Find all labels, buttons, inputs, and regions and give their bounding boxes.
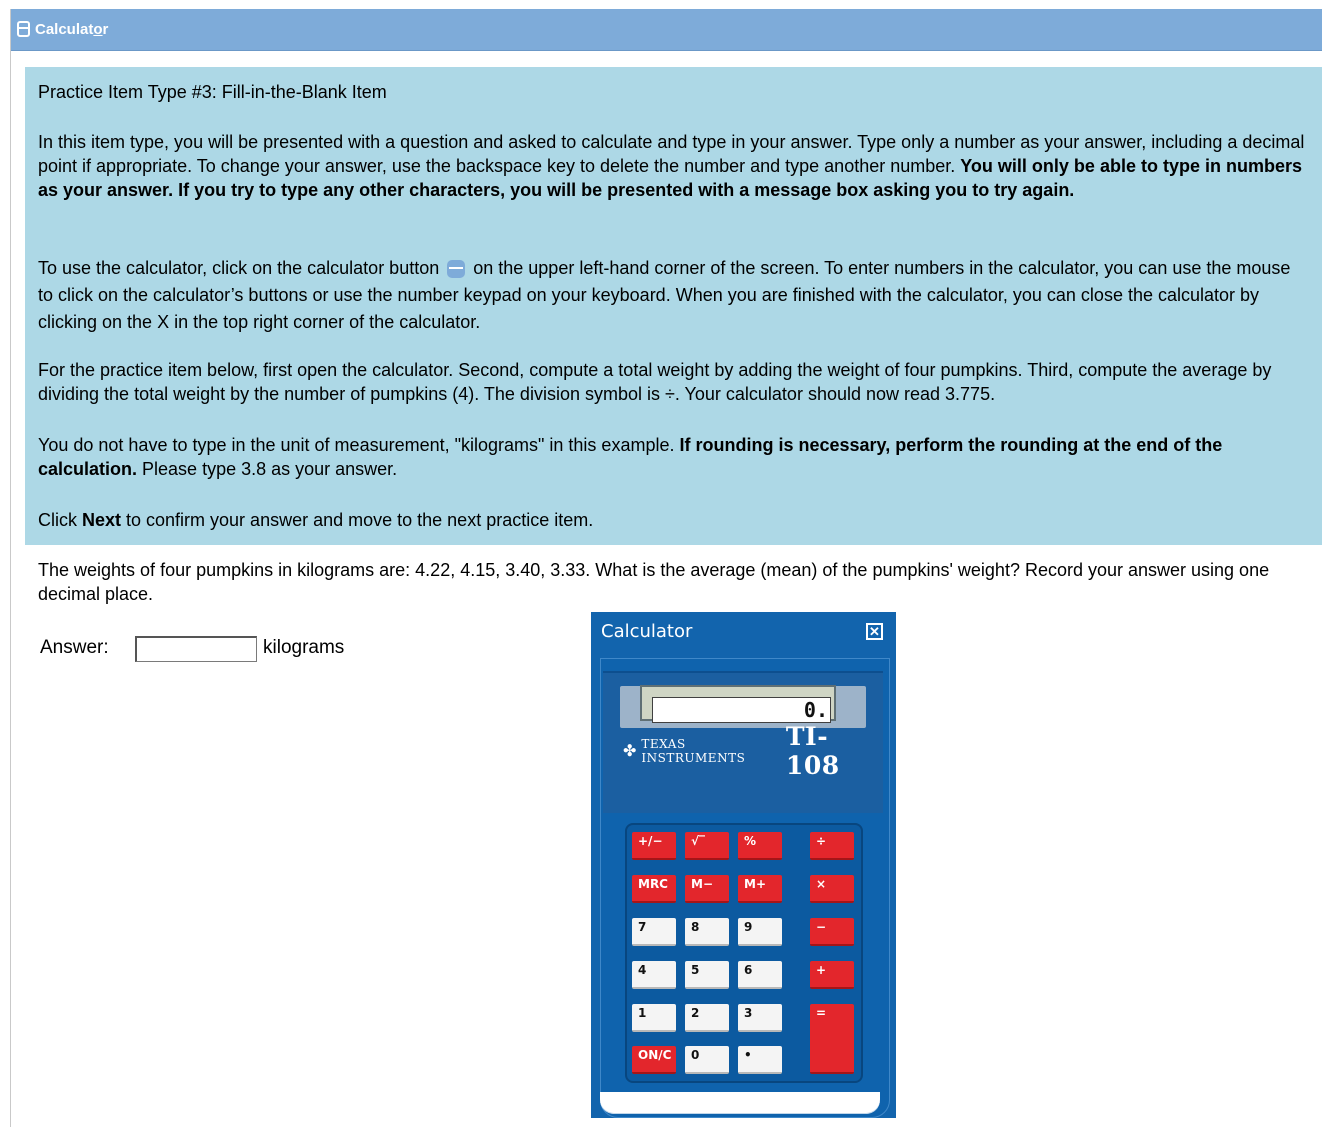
- unit-label: kilograms: [263, 637, 345, 658]
- key-plus[interactable]: +: [810, 961, 854, 989]
- key-minus[interactable]: −: [810, 918, 854, 946]
- instructions-panel: Practice Item Type #3: Fill-in-the-Blank…: [25, 67, 1322, 545]
- instructions-paragraph-4: You do not have to type in the unit of m…: [38, 435, 1223, 479]
- ti-logo-icon: ✤: [623, 743, 637, 760]
- instructions-paragraph-2: To use the calculator, click on the calc…: [38, 258, 1291, 332]
- key-percent[interactable]: %: [738, 832, 782, 860]
- calculator-icon: [17, 21, 30, 37]
- key-multiply[interactable]: ×: [810, 875, 854, 903]
- key-6[interactable]: 6: [738, 961, 782, 989]
- key-mrc[interactable]: MRC: [632, 875, 676, 903]
- answer-label: Answer:: [40, 637, 109, 658]
- key-on-clear[interactable]: ON/C: [632, 1046, 676, 1074]
- calculator-base: [600, 1092, 880, 1114]
- key-7[interactable]: 7: [632, 918, 676, 946]
- key-4[interactable]: 4: [632, 961, 676, 989]
- brand-bar: ✤ TEXAS INSTRUMENTS TI-108: [623, 722, 873, 780]
- key-1[interactable]: 1: [632, 1004, 676, 1032]
- key-5[interactable]: 5: [685, 961, 729, 989]
- calculator-title: Calculator: [601, 621, 693, 642]
- key-m-minus[interactable]: M−: [685, 875, 729, 903]
- instructions-paragraph-5: Click Next to confirm your answer and mo…: [38, 510, 594, 530]
- toolbar: Calculator: [11, 9, 1322, 51]
- instructions-paragraph-1: In this item type, you will be presented…: [38, 132, 1305, 200]
- key-0[interactable]: 0: [685, 1046, 729, 1074]
- close-icon[interactable]: ✕: [866, 623, 883, 640]
- key-2[interactable]: 2: [685, 1004, 729, 1032]
- calculator-icon: [447, 260, 466, 278]
- key-3[interactable]: 3: [738, 1004, 782, 1032]
- top-strip: [0, 0, 1322, 9]
- answer-input[interactable]: [135, 636, 257, 662]
- calculator-display: 0.: [652, 697, 831, 723]
- key-equals[interactable]: =: [810, 1004, 854, 1074]
- calculator-tool-button[interactable]: Calculator: [17, 18, 108, 40]
- keypad: +/− √‾ % ÷ MRC M− M+ × 7 8 9 − 4 5 6 + 1…: [625, 823, 863, 1083]
- key-divide[interactable]: ÷: [810, 832, 854, 860]
- model-name: TI-108: [785, 722, 840, 780]
- key-sqrt[interactable]: √‾: [685, 832, 729, 860]
- calculator-tool-label: Calculator: [35, 20, 109, 38]
- key-plusminus[interactable]: +/−: [632, 832, 676, 860]
- instructions-paragraph-3: For the practice item below, first open …: [38, 360, 1272, 404]
- key-m-plus[interactable]: M+: [738, 875, 782, 903]
- question-text: The weights of four pumpkins in kilogram…: [38, 560, 1270, 604]
- instructions-heading: Practice Item Type #3: Fill-in-the-Blank…: [38, 82, 387, 102]
- brand-name: TEXAS INSTRUMENTS: [641, 737, 746, 765]
- left-border: [10, 9, 11, 1127]
- key-9[interactable]: 9: [738, 918, 782, 946]
- key-8[interactable]: 8: [685, 918, 729, 946]
- key-decimal[interactable]: •: [738, 1046, 782, 1074]
